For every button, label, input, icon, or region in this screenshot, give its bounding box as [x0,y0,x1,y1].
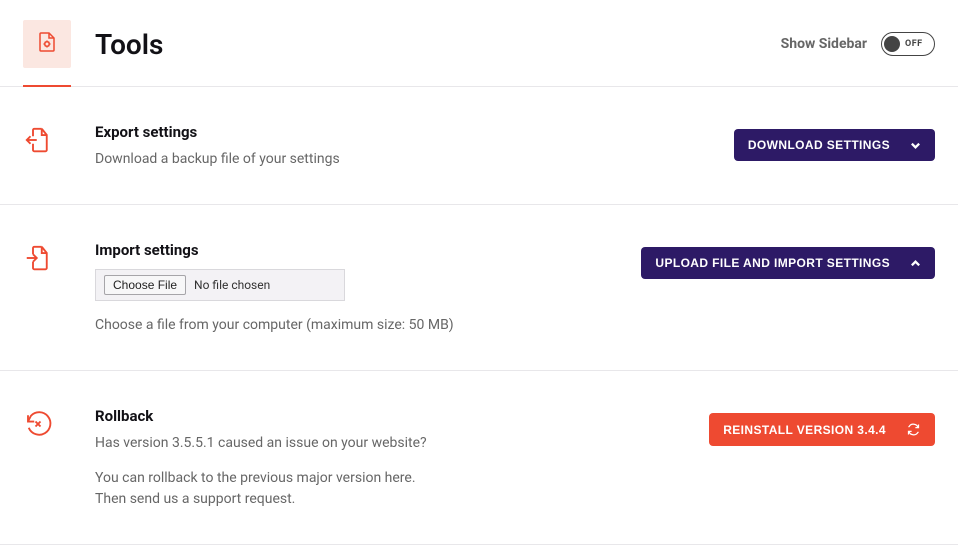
page-icon-box [23,20,71,68]
reinstall-version-button-label: Reinstall version 3.4.4 [723,423,886,437]
import-title: Import settings [95,241,621,259]
rollback-icon [23,407,71,439]
toggle-knob [884,36,900,52]
rollback-section: Rollback Has version 3.5.5.1 caused an i… [0,371,958,545]
file-status-text: No file chosen [194,278,270,292]
import-description: Choose a file from your computer (maximu… [95,315,621,336]
page-title: Tools [95,28,781,61]
upload-import-button-label: Upload file and import settings [655,256,890,270]
toggle-state-text: OFF [905,39,923,49]
export-title: Export settings [95,123,714,141]
sidebar-toggle-label: Show Sidebar [781,36,867,52]
rollback-line2: You can rollback to the previous major v… [95,470,416,486]
upload-import-button[interactable]: Upload file and import settings [641,247,935,279]
choose-file-button[interactable]: Choose File [104,275,186,295]
sidebar-toggle[interactable]: OFF [881,32,935,56]
rollback-body: Rollback Has version 3.5.5.1 caused an i… [95,407,689,510]
import-icon [23,241,71,273]
rollback-title: Rollback [95,407,689,425]
chevron-up-icon [910,258,921,269]
chevron-down-icon [910,140,921,151]
rollback-description: Has version 3.5.5.1 caused an issue on y… [95,433,689,510]
gear-document-icon [35,30,59,58]
page-header: Tools Show Sidebar OFF [0,0,958,87]
export-icon [23,123,71,155]
export-description: Download a backup file of your settings [95,149,714,170]
rollback-line3: Then send us a support request. [95,491,295,507]
rollback-line1: Has version 3.5.5.1 caused an issue on y… [95,433,689,454]
import-body: Import settings Choose File No file chos… [95,241,621,336]
download-settings-button-label: Download Settings [748,138,890,152]
refresh-icon [906,422,921,437]
download-settings-button[interactable]: Download Settings [734,129,935,161]
file-input[interactable]: Choose File No file chosen [95,269,345,301]
reinstall-version-button[interactable]: Reinstall version 3.4.4 [709,413,935,446]
export-body: Export settings Download a backup file o… [95,123,714,170]
sidebar-toggle-group: Show Sidebar OFF [781,32,935,56]
import-section: Import settings Choose File No file chos… [0,205,958,371]
export-section: Export settings Download a backup file o… [0,87,958,205]
